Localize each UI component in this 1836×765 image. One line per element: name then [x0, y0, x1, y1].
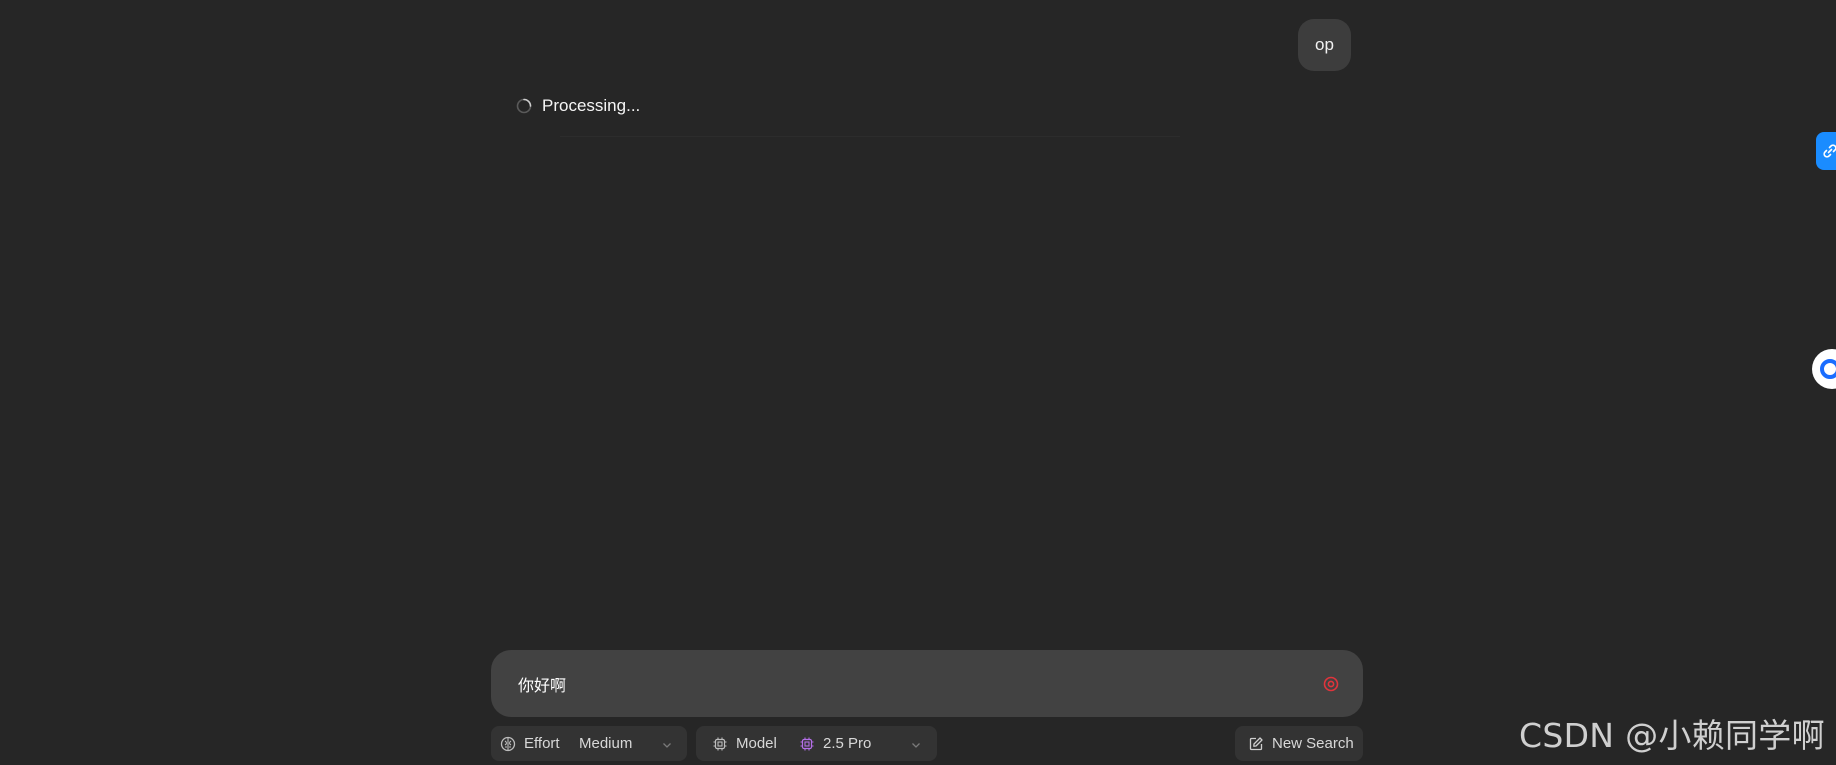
- model-select[interactable]: Model 2.5 Pro: [696, 726, 937, 761]
- watermark-text: CSDN @小赖同学啊: [1519, 716, 1825, 755]
- model-value: 2.5 Pro: [823, 735, 872, 752]
- message-input[interactable]: [491, 650, 1271, 717]
- chat-page: op Processing... 你好啊 Effort Medium Model…: [0, 0, 1836, 765]
- ring-icon: [1819, 358, 1836, 380]
- link-icon: [1822, 143, 1836, 159]
- processing-text: Processing...: [542, 96, 641, 115]
- floating-assistant-button[interactable]: [1812, 349, 1836, 389]
- divider: [560, 136, 1180, 137]
- model-label: Model: [736, 735, 777, 752]
- processing-status: Processing...: [516, 96, 640, 116]
- new-search-button[interactable]: New Search: [1235, 726, 1363, 761]
- floating-link-button[interactable]: [1816, 132, 1836, 170]
- stop-circle-icon: [1323, 676, 1339, 692]
- cpu-purple-icon: [799, 736, 815, 752]
- edit-icon: [1248, 736, 1264, 752]
- effort-label: Effort: [524, 735, 560, 752]
- stop-button[interactable]: [1321, 674, 1341, 694]
- spinner-icon: [516, 98, 532, 114]
- effort-value: Medium: [579, 735, 633, 752]
- user-message-bubble: op: [1298, 19, 1351, 71]
- chevron-down-icon: [910, 738, 922, 750]
- effort-select[interactable]: Effort Medium: [491, 726, 687, 761]
- message-composer: [491, 650, 1363, 717]
- user-message-text: op: [1315, 35, 1334, 54]
- new-search-label: New Search: [1272, 735, 1354, 752]
- brain-icon: [500, 736, 516, 752]
- chevron-down-icon: [661, 738, 673, 750]
- cpu-icon: [712, 736, 728, 752]
